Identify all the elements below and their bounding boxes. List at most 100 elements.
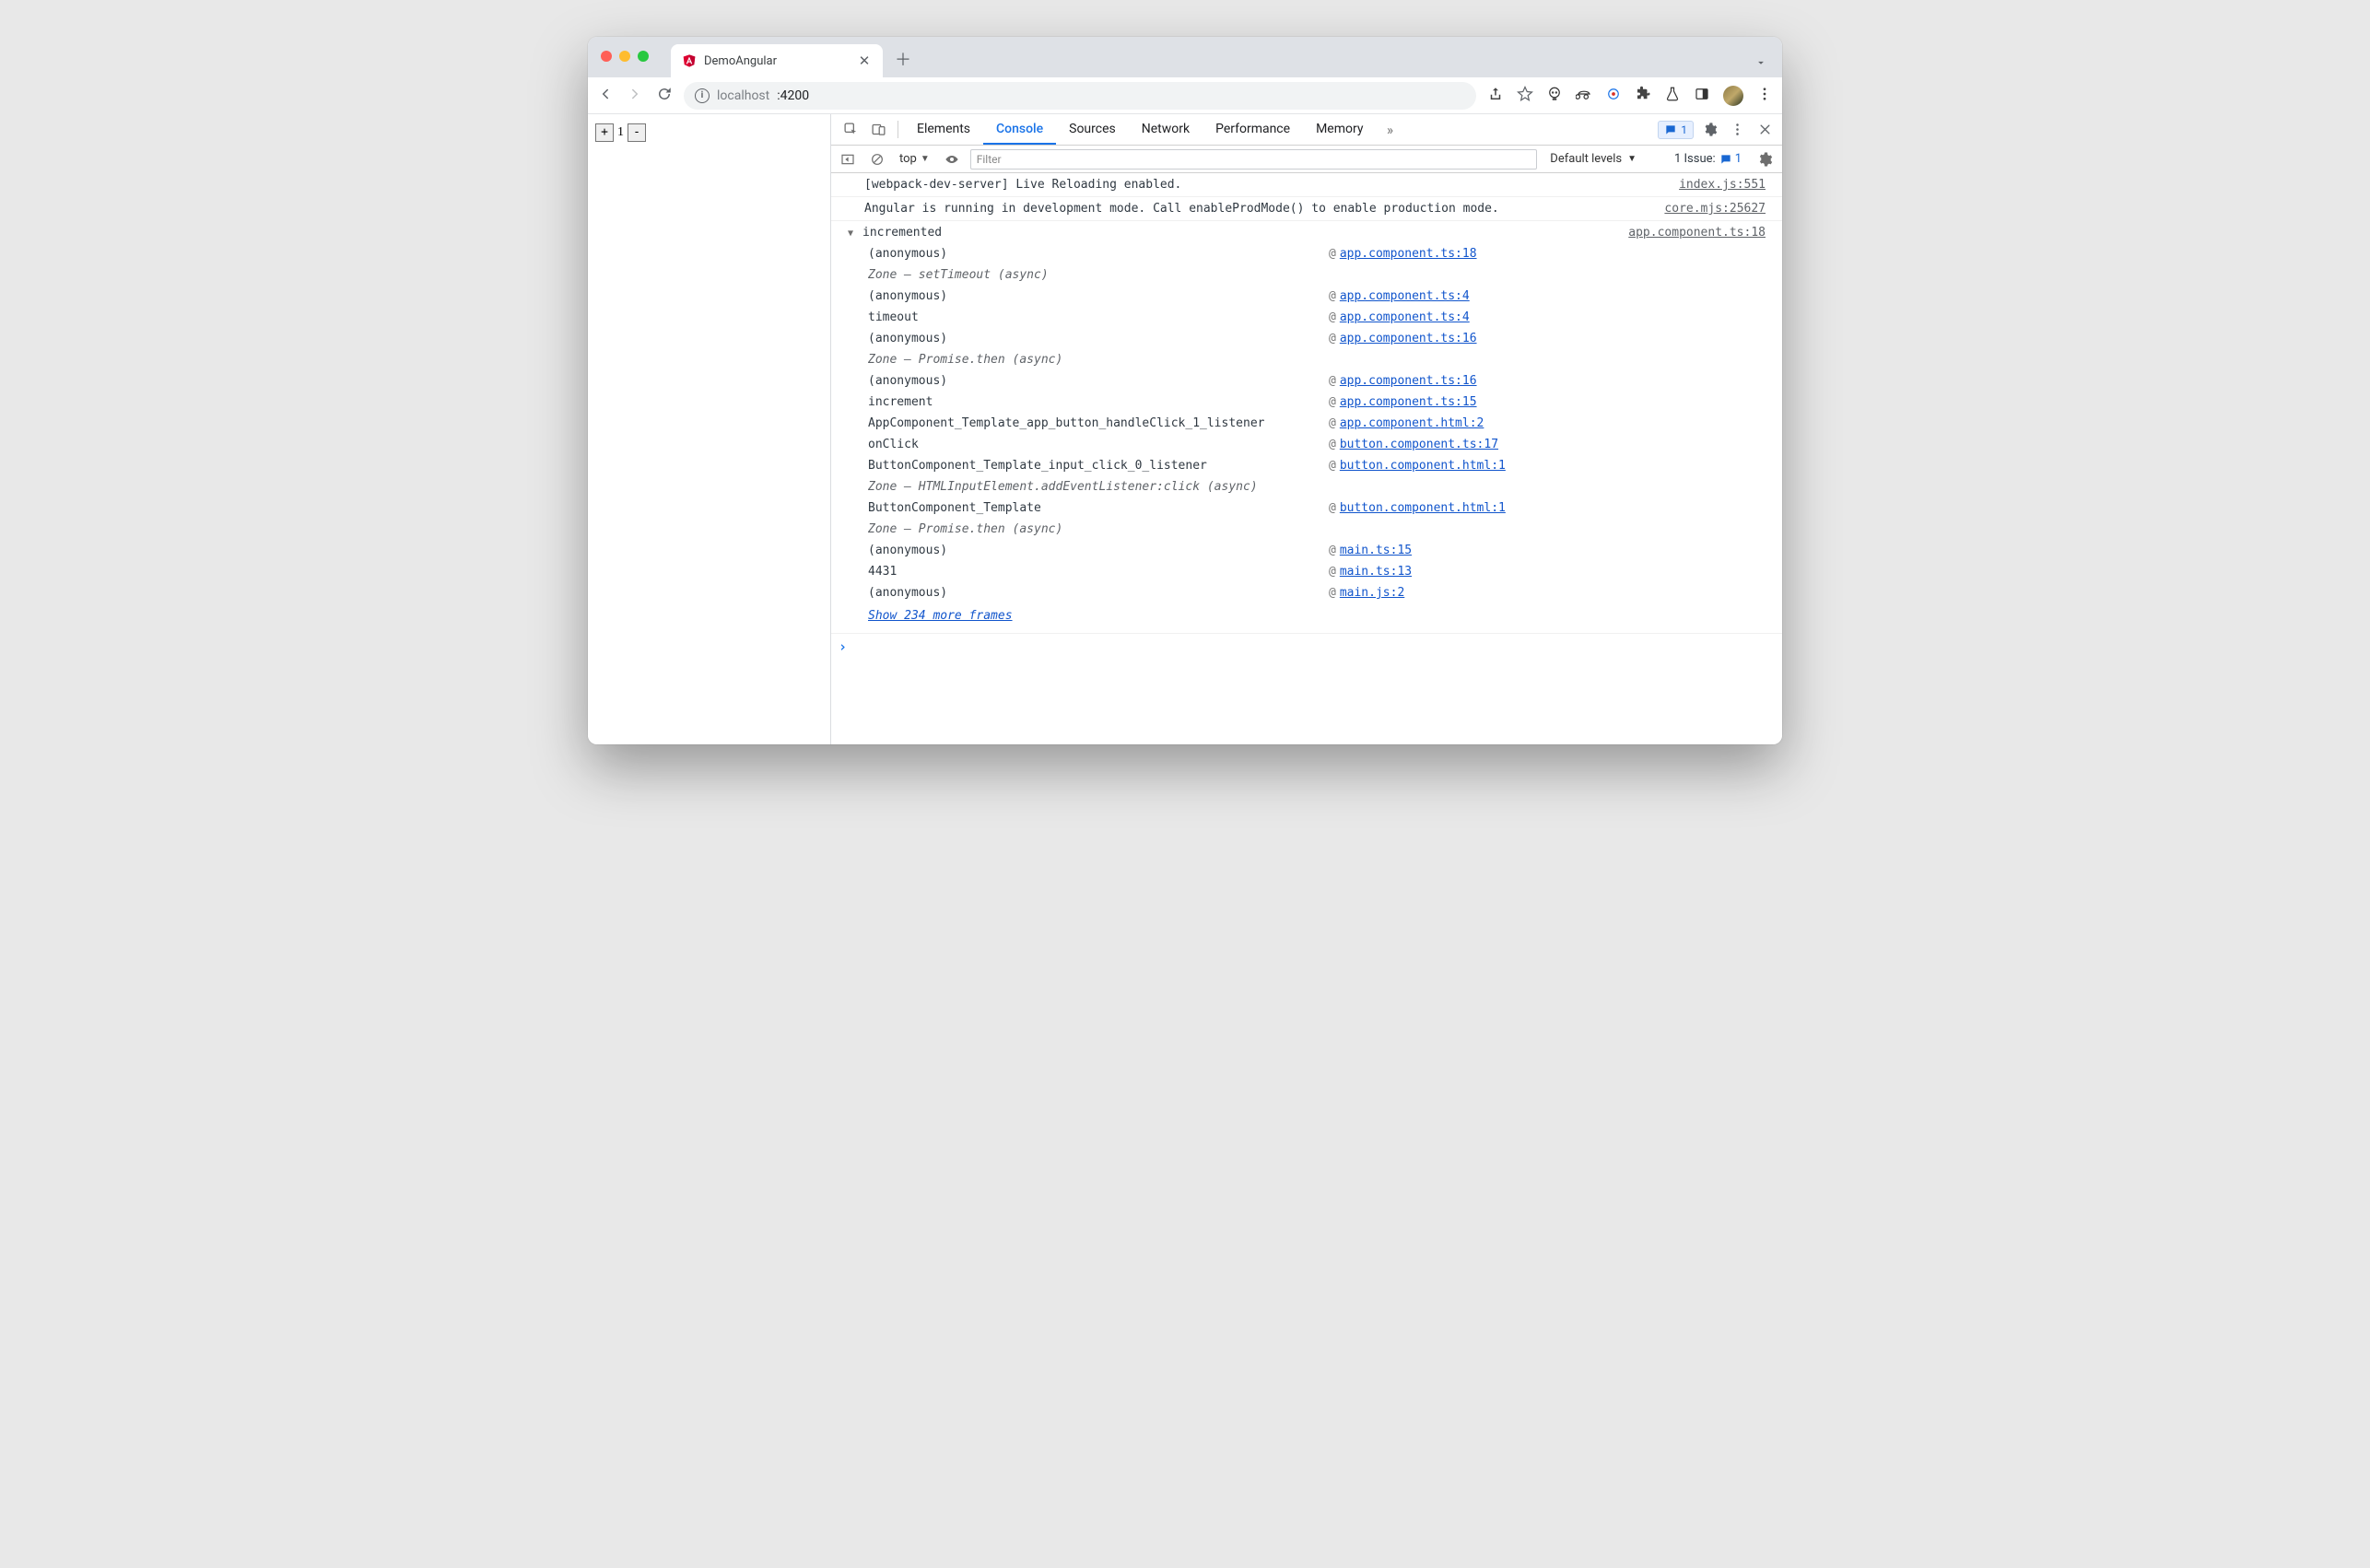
console-prompt[interactable] bbox=[831, 634, 1782, 665]
content-area: + 1 - Elements Console Sources Network P… bbox=[588, 114, 1782, 744]
inspect-element-icon[interactable] bbox=[837, 114, 864, 145]
increment-button[interactable]: + bbox=[595, 123, 614, 142]
close-tab-icon[interactable]: ✕ bbox=[857, 53, 872, 68]
frame-location-link[interactable]: app.component.ts:16 bbox=[1340, 371, 1477, 391]
extension-incognito-icon[interactable] bbox=[1576, 86, 1592, 106]
frame-function: Zone — HTMLInputElement.addEventListener… bbox=[868, 477, 1329, 497]
reload-button[interactable] bbox=[656, 86, 673, 106]
filter-placeholder: Filter bbox=[977, 153, 1002, 166]
log-source-link[interactable]: core.mjs:25627 bbox=[1664, 199, 1766, 218]
console-settings-icon[interactable] bbox=[1756, 151, 1773, 168]
frame-location-link[interactable]: app.component.html:2 bbox=[1340, 414, 1484, 433]
bookmark-star-icon[interactable] bbox=[1517, 86, 1533, 106]
stack-frame: AppComponent_Template_app_button_handleC… bbox=[868, 413, 1782, 434]
frame-function: AppComponent_Template_app_button_handleC… bbox=[868, 414, 1329, 433]
frame-at-symbol: @ bbox=[1329, 287, 1340, 306]
more-tabs-icon[interactable]: » bbox=[1376, 114, 1403, 145]
rendered-page: + 1 - bbox=[588, 114, 831, 744]
live-expression-icon[interactable] bbox=[941, 152, 963, 167]
frame-at-symbol: @ bbox=[1329, 456, 1340, 475]
frame-at-symbol: @ bbox=[1329, 435, 1340, 454]
tab-network[interactable]: Network bbox=[1129, 114, 1203, 145]
browser-tab[interactable]: DemoAngular ✕ bbox=[671, 44, 883, 77]
frame-location-link[interactable]: app.component.ts:15 bbox=[1340, 392, 1477, 412]
frame-function: 4431 bbox=[868, 562, 1329, 581]
stack-trace: ▼ incremented app.component.ts:18 (anony… bbox=[831, 221, 1782, 634]
disclosure-triangle-icon[interactable]: ▼ bbox=[848, 224, 857, 243]
stack-frame: Zone — HTMLInputElement.addEventListener… bbox=[868, 476, 1782, 497]
frame-at-symbol: @ bbox=[1329, 583, 1340, 603]
frame-location-link[interactable]: app.component.ts:4 bbox=[1340, 308, 1470, 327]
frame-location-link[interactable]: button.component.html:1 bbox=[1340, 456, 1506, 475]
stack-frame: (anonymous)@ app.component.ts:18 bbox=[868, 243, 1782, 264]
profile-avatar[interactable] bbox=[1723, 86, 1743, 106]
trace-origin-link[interactable]: app.component.ts:18 bbox=[1628, 223, 1766, 242]
devtools-settings-icon[interactable] bbox=[1697, 122, 1721, 137]
forward-button[interactable] bbox=[627, 86, 643, 106]
chrome-menu-icon[interactable] bbox=[1756, 86, 1773, 106]
clear-console-icon[interactable] bbox=[866, 152, 888, 167]
frame-location-link[interactable]: app.component.ts:16 bbox=[1340, 329, 1477, 348]
issue-chip: 1 bbox=[1719, 152, 1742, 166]
tab-performance[interactable]: Performance bbox=[1203, 114, 1303, 145]
frame-function: timeout bbox=[868, 308, 1329, 327]
chat-icon bbox=[1719, 153, 1732, 166]
device-toolbar-icon[interactable] bbox=[864, 114, 892, 145]
console-messages-badge[interactable]: 1 bbox=[1658, 121, 1694, 139]
extension-skull-icon[interactable] bbox=[1546, 86, 1563, 106]
frame-location-link[interactable]: main.js:2 bbox=[1340, 583, 1404, 603]
context-label: top bbox=[899, 152, 917, 166]
messages-count: 1 bbox=[1681, 123, 1687, 136]
traffic-light-zoom[interactable] bbox=[638, 51, 649, 62]
devtools-menu-icon[interactable] bbox=[1725, 122, 1749, 137]
new-tab-button[interactable]: ＋ bbox=[890, 46, 916, 72]
extension-target-icon[interactable] bbox=[1605, 86, 1622, 106]
trace-message: incremented bbox=[862, 223, 942, 242]
tab-sources[interactable]: Sources bbox=[1056, 114, 1129, 145]
stack-frame: timeout@ app.component.ts:4 bbox=[868, 307, 1782, 328]
console-sidebar-toggle-icon[interactable] bbox=[837, 152, 859, 167]
frame-location-link[interactable]: main.ts:13 bbox=[1340, 562, 1412, 581]
tab-title: DemoAngular bbox=[704, 54, 850, 68]
tab-console[interactable]: Console bbox=[983, 114, 1056, 145]
stack-frame: ButtonComponent_Template_input_click_0_l… bbox=[868, 455, 1782, 476]
traffic-light-close[interactable] bbox=[601, 51, 612, 62]
levels-label: Default levels bbox=[1550, 152, 1622, 166]
console-filter-input[interactable]: Filter bbox=[970, 149, 1538, 170]
extension-flask-icon[interactable] bbox=[1664, 86, 1681, 106]
decrement-button[interactable]: - bbox=[628, 123, 646, 142]
issues-count: 1 bbox=[1735, 152, 1742, 166]
issues-counter[interactable]: 1 Issue: 1 bbox=[1669, 152, 1747, 166]
log-source-link[interactable]: index.js:551 bbox=[1679, 175, 1766, 194]
stack-frame: (anonymous)@ app.component.ts:16 bbox=[868, 370, 1782, 392]
back-button[interactable] bbox=[597, 86, 614, 106]
log-levels-selector[interactable]: Default levels ▼ bbox=[1544, 152, 1642, 166]
address-bar[interactable]: i localhost:4200 bbox=[684, 82, 1476, 110]
share-icon[interactable] bbox=[1487, 86, 1504, 106]
stack-frame: (anonymous)@ app.component.ts:16 bbox=[868, 328, 1782, 349]
extension-panel-icon[interactable] bbox=[1694, 86, 1710, 106]
tab-search-button[interactable] bbox=[1754, 55, 1767, 73]
frame-location-link[interactable]: app.component.ts:18 bbox=[1340, 244, 1477, 263]
counter-value: 1 bbox=[614, 125, 628, 140]
extensions-puzzle-icon[interactable] bbox=[1635, 86, 1651, 106]
stack-frame: 4431@ main.ts:13 bbox=[868, 561, 1782, 582]
url-hostname: localhost bbox=[717, 88, 769, 103]
dropdown-arrow-icon: ▼ bbox=[1627, 154, 1637, 164]
frame-location-link[interactable]: app.component.ts:4 bbox=[1340, 287, 1470, 306]
frame-at-symbol: @ bbox=[1329, 392, 1340, 412]
chat-icon bbox=[1664, 123, 1677, 136]
tab-memory[interactable]: Memory bbox=[1303, 114, 1376, 145]
devtools-close-icon[interactable] bbox=[1753, 123, 1777, 136]
execution-context-selector[interactable]: top ▼ bbox=[896, 152, 933, 166]
frame-location-link[interactable]: button.component.html:1 bbox=[1340, 498, 1506, 518]
frame-location-link[interactable]: button.component.ts:17 bbox=[1340, 435, 1498, 454]
stack-frame: ButtonComponent_Template@ button.compone… bbox=[868, 497, 1782, 519]
frame-location-link[interactable]: main.ts:15 bbox=[1340, 541, 1412, 560]
tab-elements[interactable]: Elements bbox=[904, 114, 983, 145]
trace-header[interactable]: ▼ incremented app.component.ts:18 bbox=[848, 223, 1782, 243]
traffic-light-minimize[interactable] bbox=[619, 51, 630, 62]
show-more-frames-link[interactable]: Show 234 more frames bbox=[848, 603, 1013, 629]
site-info-icon[interactable]: i bbox=[695, 88, 710, 103]
frame-function: onClick bbox=[868, 435, 1329, 454]
